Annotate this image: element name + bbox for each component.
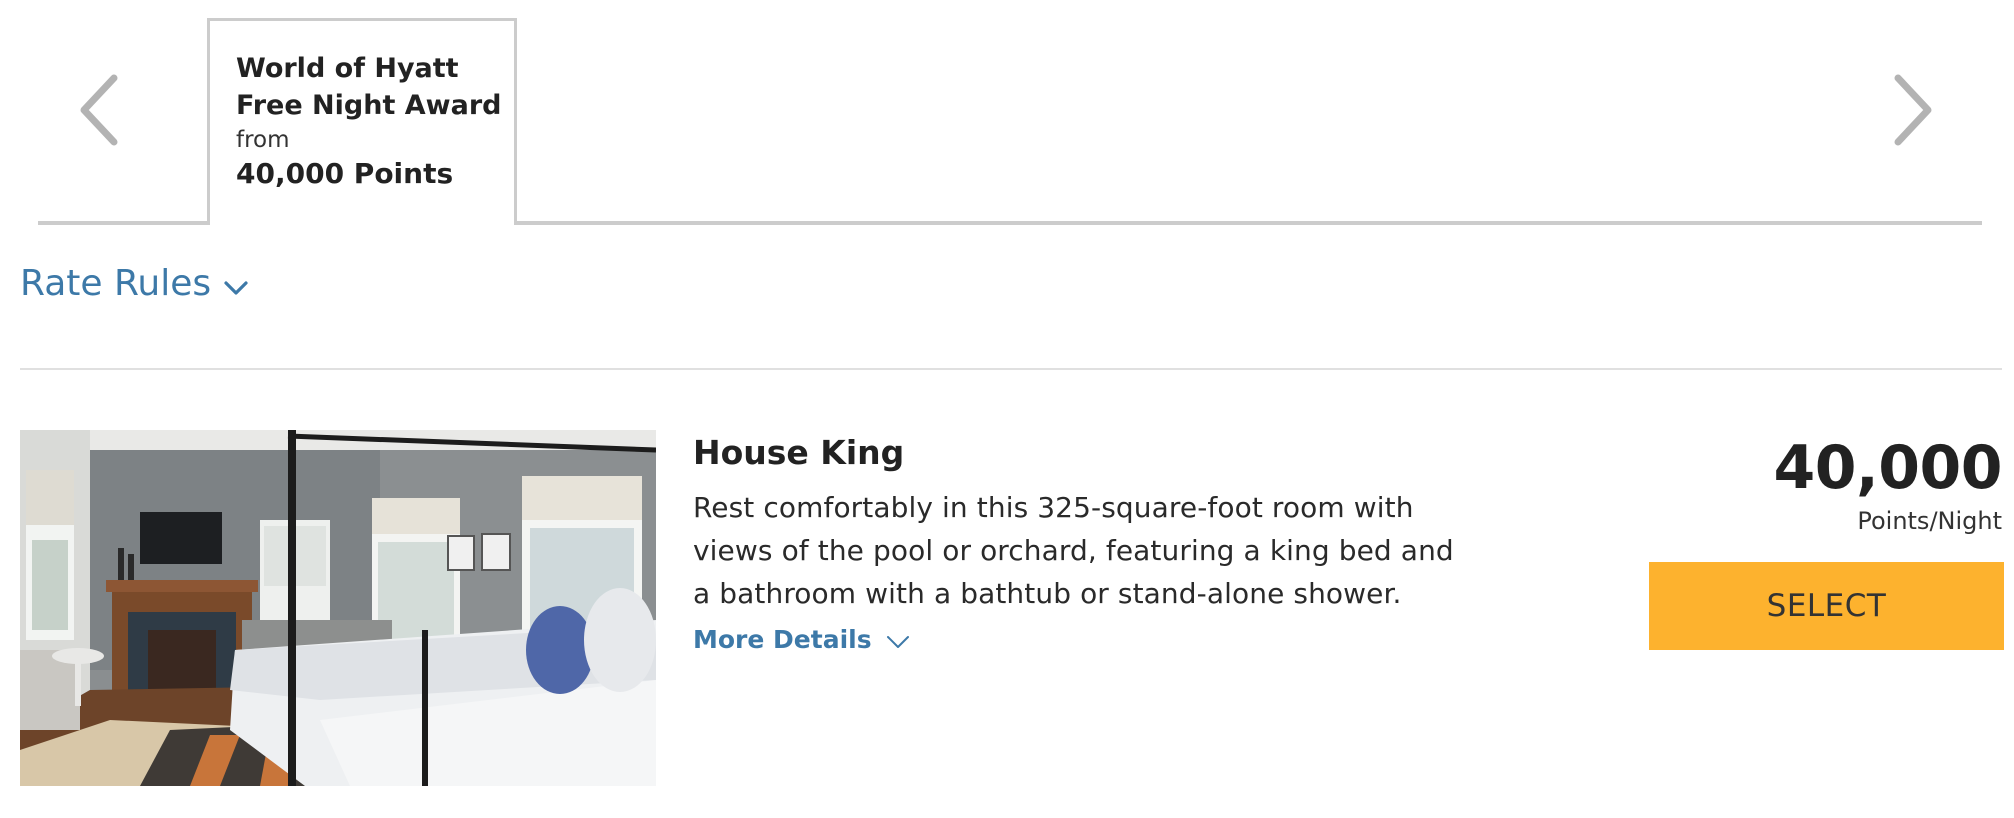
section-divider bbox=[20, 368, 2002, 370]
rate-tab-name: World of Hyatt Free Night Award bbox=[236, 53, 502, 121]
rate-tab-points: 40,000 Points bbox=[236, 157, 454, 190]
room-photo[interactable] bbox=[20, 430, 656, 786]
price-amount: 40,000 bbox=[1773, 433, 2002, 503]
chevron-down-icon bbox=[224, 281, 248, 295]
more-details-link[interactable]: More Details bbox=[693, 622, 910, 658]
room-description: Rest comfortably in this 325-square-foot… bbox=[693, 491, 1454, 610]
chevron-down-icon bbox=[886, 636, 909, 648]
room-name: House King bbox=[693, 433, 905, 472]
carousel-next-button[interactable] bbox=[1882, 72, 1942, 148]
bedroom-photo bbox=[20, 430, 656, 786]
select-button[interactable]: SELECT bbox=[1649, 562, 2004, 650]
room-price: 40,000 Points/Night bbox=[1773, 432, 2002, 536]
rate-rules-label: Rate Rules bbox=[20, 263, 212, 304]
more-details-label: More Details bbox=[693, 625, 872, 654]
price-unit: Points/Night bbox=[1857, 507, 2002, 535]
rate-tab-from-label: from bbox=[236, 127, 290, 153]
chevron-right-icon bbox=[1894, 74, 1932, 146]
rate-rules-toggle[interactable]: Rate Rules bbox=[20, 262, 249, 306]
chevron-left-icon bbox=[80, 74, 118, 146]
rate-tab-free-night-award[interactable]: World of Hyatt Free Night Award from 40,… bbox=[207, 18, 517, 225]
carousel-prev-button[interactable] bbox=[70, 72, 130, 148]
